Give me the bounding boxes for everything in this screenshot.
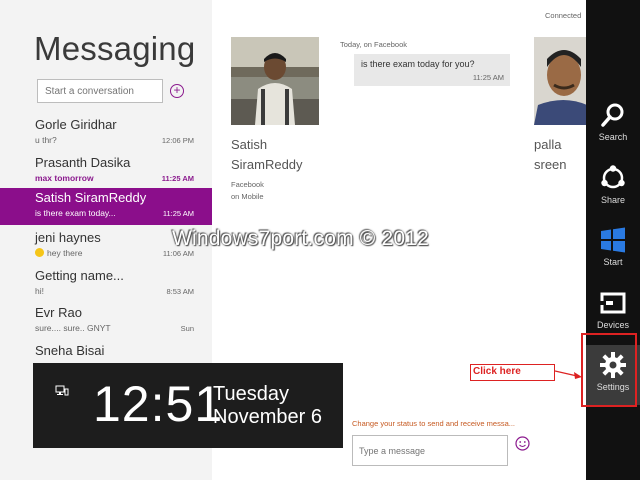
contact-name: jeni haynes bbox=[35, 230, 101, 245]
thread-date-label: Today, on Facebook bbox=[340, 40, 407, 49]
message-time: 11:25 AM bbox=[472, 73, 504, 82]
contact-first-name: Satish bbox=[231, 137, 268, 152]
contact-name: Satish SiramReddy bbox=[35, 190, 147, 205]
other-contact-photo bbox=[534, 37, 587, 125]
clock-time: 12:51 bbox=[93, 376, 224, 432]
message-time: 11:25 AM bbox=[161, 174, 194, 183]
contact-source-device: on Mobile bbox=[231, 192, 264, 201]
charm-label: Start bbox=[603, 257, 623, 267]
emoji-button[interactable] bbox=[515, 436, 530, 451]
charm-start[interactable]: Start bbox=[586, 220, 640, 280]
message-preview: is there exam today... bbox=[35, 208, 116, 218]
contact-last-name: SiramReddy bbox=[231, 157, 303, 172]
message-time: 11:25 AM bbox=[162, 209, 194, 218]
message-input[interactable] bbox=[352, 435, 508, 466]
other-contact-name-line2: sreen bbox=[534, 157, 567, 172]
connection-status: Connected bbox=[545, 11, 582, 20]
network-icon bbox=[55, 385, 69, 396]
status-prompt-link[interactable]: Change your status to send and receive m… bbox=[352, 419, 515, 428]
message-text: is there exam today for you? bbox=[361, 59, 475, 69]
contact-name: Gorle Giridhar bbox=[35, 117, 117, 132]
charm-label: Share bbox=[600, 195, 626, 205]
charm-label: Devices bbox=[596, 320, 629, 330]
add-conversation-button[interactable]: + bbox=[170, 84, 184, 98]
message-time: 8:53 AM bbox=[166, 287, 194, 296]
click-here-callout: Click here bbox=[470, 364, 555, 381]
settings-highlight-box bbox=[581, 333, 637, 407]
contact-name: Prasanth Dasika bbox=[35, 155, 131, 170]
start-conversation-input[interactable] bbox=[37, 79, 163, 103]
contact-name: Sneha Bisai bbox=[35, 343, 105, 358]
windows-logo-icon bbox=[601, 227, 625, 253]
other-contact-name-line1: palla bbox=[534, 137, 562, 152]
arrow-icon bbox=[555, 370, 582, 379]
contact-name: Getting name... bbox=[35, 268, 124, 283]
contact-name: Evr Rao bbox=[35, 305, 82, 320]
message-bubble: is there exam today for you? 11:25 AM bbox=[354, 54, 510, 86]
search-icon bbox=[601, 103, 624, 127]
conversation-item[interactable]: Evr Rao sure.... sure.. GNYT Sun bbox=[0, 303, 212, 339]
clock-overlay: 12:51 Tuesday November 6 bbox=[33, 363, 343, 448]
smiley-icon bbox=[35, 248, 44, 257]
message-preview: sure.... sure.. GNYT bbox=[35, 323, 111, 333]
devices-icon bbox=[599, 292, 626, 314]
charms-bar: Search Share Start Devices Settings bbox=[586, 0, 640, 480]
charm-share[interactable]: Share bbox=[586, 158, 640, 218]
charm-search[interactable]: Search bbox=[586, 95, 640, 155]
message-preview: hi! bbox=[35, 286, 44, 296]
watermark: Windows7port.com © 2012 bbox=[172, 227, 430, 250]
clock-day: Tuesday bbox=[213, 383, 289, 405]
message-preview: u thr? bbox=[35, 135, 57, 145]
conversation-item[interactable]: Gorle Giridhar u thr? 12:06 PM bbox=[0, 115, 212, 151]
message-time: 12:06 PM bbox=[161, 136, 194, 145]
share-icon bbox=[601, 165, 625, 189]
conversation-item[interactable]: Getting name... hi! 8:53 AM bbox=[0, 266, 212, 302]
message-time: Sun bbox=[180, 324, 194, 333]
conversation-item-selected[interactable]: Satish SiramReddy is there exam today...… bbox=[0, 188, 212, 225]
message-preview: hey there bbox=[35, 248, 82, 258]
conversation-item[interactable]: Prasanth Dasika max tomorrow 11:25 AM bbox=[0, 153, 212, 189]
charm-label: Search bbox=[598, 132, 628, 142]
plus-icon: + bbox=[173, 83, 181, 97]
contact-source: Facebook bbox=[231, 180, 264, 189]
message-preview: max tomorrow bbox=[35, 173, 94, 183]
page-title: Messaging bbox=[34, 30, 196, 67]
contact-photo bbox=[231, 37, 319, 125]
clock-date: November 6 bbox=[213, 406, 322, 428]
